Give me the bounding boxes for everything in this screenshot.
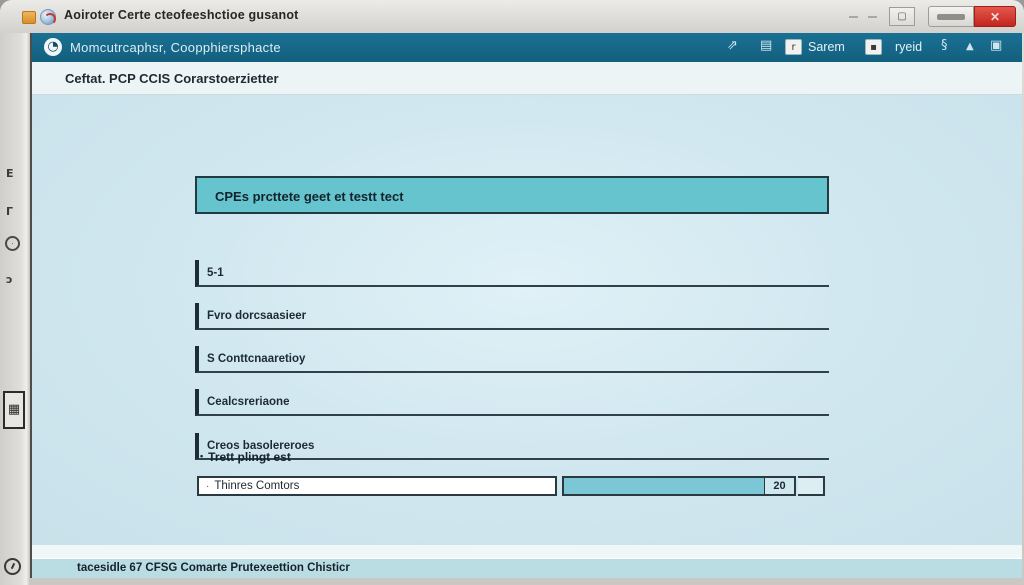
option-label: •Trett plingt est — [200, 450, 291, 464]
window-title: Aoiroter Certe cteofeeshctioe gusanot — [64, 8, 299, 22]
form-field-row[interactable]: S Conttcnaaretioy — [195, 346, 829, 373]
progress-meter[interactable] — [562, 476, 766, 496]
app-header-title: Momcutrcaphsr, Coopphiersphacte — [70, 40, 281, 55]
left-dock-strip: E Γ · ɔ ▦ — [0, 33, 30, 585]
page-subheader: Ceftat. PCP CCIS Corarstoerzietter — [32, 62, 1022, 95]
dock-o-icon[interactable]: ɔ — [6, 273, 13, 286]
status-bar: tacesidle 67 CFSG Comarte Prutexeettion … — [32, 558, 1022, 578]
app-header-bar: ◔ Momcutrcaphsr, Coopphiersphacte ⇗ ▤ r … — [32, 33, 1022, 62]
titlebar-divider — [868, 16, 877, 18]
field-label: S Conttcnaaretioy — [207, 353, 305, 365]
maximize-button[interactable]: ▢ — [889, 7, 915, 26]
form-field-row[interactable]: 5-1 — [195, 260, 829, 287]
arrow-icon[interactable]: ▲ — [966, 41, 974, 52]
field-label: 5-1 — [207, 267, 224, 279]
dock-clock-icon[interactable]: · — [5, 236, 20, 251]
combo-input[interactable]: ·Thinres Comtors — [197, 476, 557, 496]
external-link-icon[interactable]: ⇗ — [727, 38, 738, 53]
spinner-cell[interactable] — [798, 476, 825, 496]
form-field-row[interactable]: Cealcsreriaone — [195, 389, 829, 416]
window-panel-icon[interactable]: ▣ — [990, 38, 1002, 53]
pre-status-strip — [32, 545, 1022, 558]
status-text: tacesidle 67 CFSG Comarte Prutexeettion … — [77, 562, 350, 574]
dock-grid-icon[interactable]: ▦ — [3, 391, 25, 429]
app-window: ◔ Momcutrcaphsr, Coopphiersphacte ⇗ ▤ r … — [30, 33, 1022, 578]
app-logo-icon — [40, 9, 56, 25]
radio-bullet-icon: • — [200, 451, 203, 461]
section-icon[interactable]: § — [941, 38, 948, 53]
titlebar-divider — [849, 16, 858, 18]
folder-icon — [22, 11, 36, 24]
mode-button[interactable]: ryeid — [895, 40, 922, 54]
close-button[interactable]: ✕ — [974, 6, 1016, 27]
desktop-window-frame: Aoiroter Certe cteofeeshctioe gusanot ▢ … — [0, 0, 1024, 585]
save-button[interactable]: Sarem — [808, 40, 845, 54]
dock-f-icon[interactable]: Γ — [6, 205, 13, 218]
corner-clock-icon[interactable] — [4, 558, 21, 575]
page-title: Ceftat. PCP CCIS Corarstoerzietter — [65, 71, 279, 86]
field-label: Cealcsreriaone — [207, 396, 289, 408]
r-toolbar-button[interactable]: r — [785, 39, 802, 55]
form-banner-title: CPEs prcttete geet et testt tect — [215, 189, 404, 204]
dock-e-icon[interactable]: E — [6, 167, 14, 180]
refresh-icon[interactable]: ◔ — [44, 38, 62, 56]
field-label: Fvro dorcsaasieer — [207, 310, 306, 322]
input-bullet-icon: · — [206, 481, 209, 492]
mark-toolbar-button[interactable]: ▪ — [865, 39, 882, 55]
title-bar[interactable]: Aoiroter Certe cteofeeshctioe gusanot ▢ … — [0, 0, 1024, 33]
counter-value: 20 — [765, 476, 796, 496]
panel-icon[interactable]: ▤ — [760, 38, 772, 53]
form-content: CPEs prcttete geet et testt tect 5-1 Fvr… — [32, 95, 1022, 545]
form-field-row[interactable]: Fvro dorcsaasieer — [195, 303, 829, 330]
form-banner: CPEs prcttete geet et testt tect — [195, 176, 829, 214]
minimize-button[interactable] — [928, 6, 974, 27]
